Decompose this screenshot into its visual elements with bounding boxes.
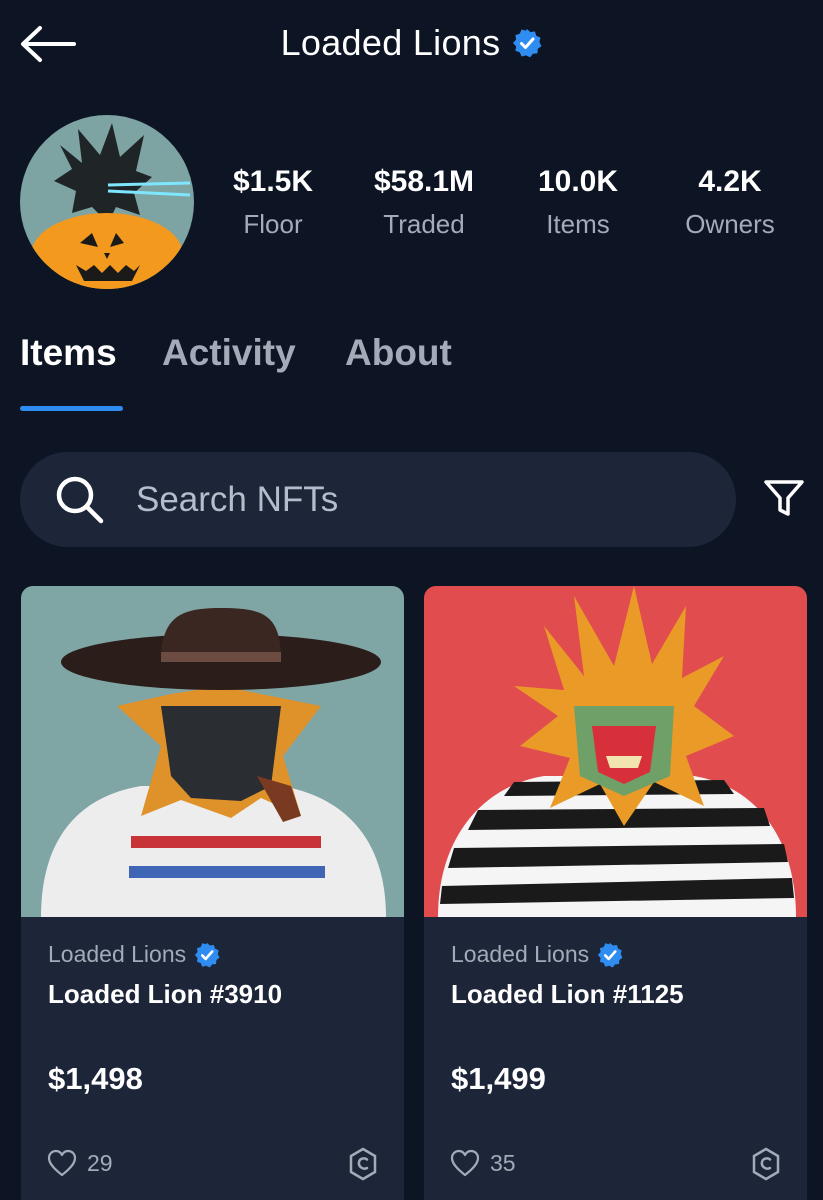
collection-avatar <box>20 115 194 289</box>
like-count: 29 <box>87 1149 113 1176</box>
title-group: Loaded Lions <box>0 22 823 64</box>
card-body: Loaded Lions Loaded Lion #1125 $1,499 35 <box>424 917 807 1200</box>
page-title: Loaded Lions <box>280 22 501 63</box>
stat-label: Traded <box>383 209 465 239</box>
heart-icon <box>450 1149 480 1177</box>
card-collection: Loaded Lions <box>451 941 623 968</box>
nft-name: Loaded Lion #1125 <box>451 979 684 1009</box>
stat-owners: 4.2K Owners <box>650 162 810 244</box>
collection-page: Loaded Lions $1.5K Floor $58.1M Traded 1… <box>0 0 823 1200</box>
search-input[interactable] <box>136 479 656 520</box>
nft-image <box>424 586 807 917</box>
filter-button[interactable] <box>756 470 812 526</box>
active-tab-indicator <box>20 406 123 411</box>
verified-badge-icon <box>512 28 542 58</box>
stat-label: Owners <box>685 209 775 239</box>
header: Loaded Lions <box>0 0 823 90</box>
verified-badge-icon <box>597 942 623 967</box>
stat-value: 4.2K <box>698 165 762 198</box>
stat-label: Items <box>546 209 610 239</box>
nft-price: $1,499 <box>451 1061 546 1096</box>
collection-name: Loaded Lions <box>451 941 590 967</box>
card-collection: Loaded Lions <box>48 941 220 968</box>
stat-value: $1.5K <box>232 165 314 198</box>
tab-activity[interactable]: Activity <box>162 332 296 374</box>
nft-card[interactable]: Loaded Lions Loaded Lion #1125 $1,499 35 <box>424 586 807 1200</box>
collection-stats: $1.5K Floor $58.1M Traded 10.0K Items 4.… <box>205 162 803 252</box>
stat-label: Floor <box>243 209 303 239</box>
search-bar[interactable] <box>20 452 736 547</box>
like-button[interactable]: 35 <box>450 1149 516 1177</box>
nft-price: $1,498 <box>48 1061 143 1096</box>
stat-traded: $58.1M Traded <box>344 162 504 244</box>
tab-items[interactable]: Items <box>20 332 117 374</box>
search-icon <box>54 474 106 526</box>
like-button[interactable]: 29 <box>47 1149 113 1177</box>
stat-floor: $1.5K Floor <box>193 162 353 244</box>
filter-icon <box>764 480 804 516</box>
like-count: 35 <box>490 1149 516 1176</box>
verified-badge-icon <box>194 942 220 967</box>
chain-icon <box>348 1147 378 1181</box>
nft-card[interactable]: Loaded Lions Loaded Lion #3910 $1,498 29 <box>21 586 404 1200</box>
collection-name: Loaded Lions <box>48 941 187 967</box>
tab-about[interactable]: About <box>345 332 452 374</box>
stat-items: 10.0K Items <box>498 162 658 244</box>
nft-name: Loaded Lion #3910 <box>48 979 283 1009</box>
nft-image <box>21 586 404 917</box>
card-body: Loaded Lions Loaded Lion #3910 $1,498 29 <box>21 917 404 1200</box>
heart-icon <box>47 1149 77 1177</box>
stat-value: $58.1M <box>373 165 475 198</box>
stat-value: 10.0K <box>537 165 619 198</box>
chain-icon <box>751 1147 781 1181</box>
